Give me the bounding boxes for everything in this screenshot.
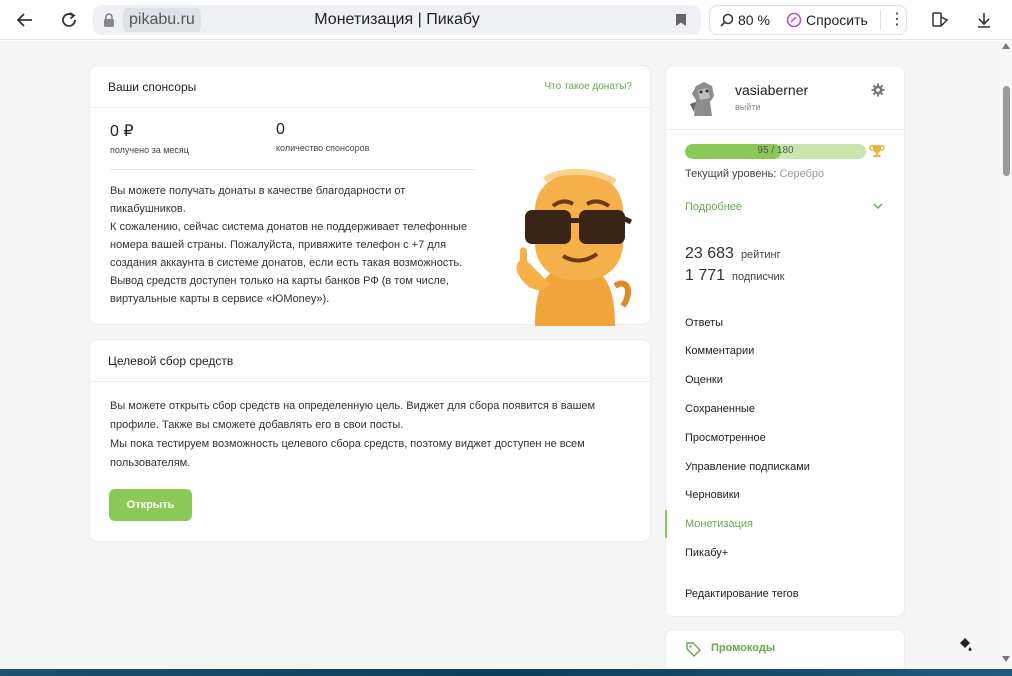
download-icon [978,13,990,28]
ask-button[interactable]: Спросить [786,12,868,28]
fundraising-card: Целевой сбор средств Вы можете открыть с… [89,339,651,542]
sponsors-card-header: Ваши спонсоры Что такое донаты? [90,66,650,108]
menu-item-viewed[interactable]: Просмотренное [685,432,766,444]
menu-item-answers[interactable]: Ответы [685,317,723,329]
fundraising-title: Целевой сбор средств [108,353,234,368]
page-scrollbar[interactable] [1000,41,1012,669]
sponsors-text-line: Вывод средств доступен только на карты б… [110,275,449,287]
zoom-level: 80 % [738,12,770,28]
bookmark-icon[interactable] [675,13,687,32]
menu-item-comments[interactable]: Комментарии [685,345,754,357]
rating-value: 23 683 [685,245,734,262]
downloads-button[interactable] [970,6,998,34]
fundraising-text-line: Вы можете открыть сбор средств на опреде… [110,400,596,412]
amount-label: получено за месяц [110,145,189,155]
sponsors-description: Вы можете получать донаты в качестве бла… [110,182,490,308]
sponsors-text-line: виртуальные карты в сервисе «ЮMoney»). [110,293,330,305]
sponsors-text-line: создания аккаунта в системе донатов, есл… [110,257,463,269]
divider [110,169,475,170]
fundraising-text-line: Мы пока тестируем возможность целевого с… [110,438,585,450]
active-indicator [665,510,667,538]
open-fundraising-button[interactable]: Открыть [109,489,192,521]
chevron-down-icon[interactable] [873,203,883,210]
fundraising-description: Вы можете открыть сбор средств на опреде… [110,397,630,473]
menu-item-tag-editing[interactable]: Редактирование тегов [685,588,799,600]
fundraising-card-header: Целевой сбор средств [90,340,650,382]
back-arrow-icon [16,13,32,27]
zoom-icon [720,13,734,27]
subscribers-value: 1 771 [685,267,726,284]
page-content: Ваши спонсоры Что такое донаты? 0 ₽ полу… [0,41,1012,669]
avatar[interactable] [686,78,720,118]
subscribers-label: подписчик [732,271,785,283]
scroll-thumb[interactable] [1003,86,1010,176]
subscribers-stat: 1 771 подписчик [685,267,784,285]
menu-item-saved[interactable]: Сохраненные [685,403,755,415]
menu-item-monetization[interactable]: Монетизация [685,518,753,530]
paint-bucket-icon[interactable] [957,636,973,652]
level-progress-text: 95 / 180 [757,145,794,156]
menu-item-subscriptions[interactable]: Управление подписками [685,461,810,473]
ask-label: Спросить [806,12,868,28]
fundraising-text-line: пользователям. [110,457,191,469]
sponsors-text-line: номера вашей страны. Пожалуйста, привяжи… [110,239,447,251]
amount-stat: 0 ₽ получено за месяц [110,121,189,155]
sponsor-count-stat: 0 количество спонсоров [276,121,369,153]
what-are-donations-link[interactable]: Что такое донаты? [545,81,632,92]
promo-card: Промокоды [665,629,905,669]
current-level: Текущий уровень: Серебро [685,168,824,180]
sponsors-title: Ваши спонсоры [108,79,197,94]
level-value: Серебро [779,168,825,180]
rating-label: рейтинг [740,249,781,261]
promo-codes-link[interactable]: Промокоды [711,642,775,654]
sponsor-count-label: количество спонсоров [276,143,370,153]
trophy-icon [869,145,885,157]
username[interactable]: vasiaberner [735,82,808,98]
profile-sidebar: vasiaberner выйти 95 / 180 Текущий урове… [665,65,905,617]
more-menu-icon[interactable]: ⋮ [880,10,905,30]
back-button[interactable] [11,6,39,34]
menu-item-pikabu-plus[interactable]: Пикабу+ [685,547,728,559]
level-label: Текущий уровень: [685,168,777,180]
more-details-link[interactable]: Подробнее [685,201,742,213]
gear-icon[interactable] [871,83,885,97]
reload-button[interactable] [55,6,83,34]
address-bar[interactable]: pikabu.ru Монетизация | Пикабу [93,5,701,35]
browser-toolbar: pikabu.ru Монетизация | Пикабу 80 % Спро… [0,0,1012,40]
scroll-up-icon[interactable] [1002,43,1010,49]
level-progress-bar: 95 / 180 [685,144,866,159]
sponsors-card: Ваши спонсоры Что такое донаты? 0 ₽ полу… [89,65,651,326]
tag-icon [686,642,701,657]
menu-item-ratings[interactable]: Оценки [685,374,723,386]
sponsors-text-line: К сожалению, сейчас система донатов не п… [110,221,468,233]
alice-icon [786,12,802,28]
browser-actions: 80 % Спросить ⋮ [709,5,907,35]
sponsors-text-line: пикабушников. [110,203,186,215]
sponsor-count-value: 0 [276,121,285,138]
divider [666,129,904,130]
collections-button[interactable] [926,6,954,34]
collections-icon [932,12,949,27]
logout-link[interactable]: выйти [735,102,760,112]
mascot-illustration [516,169,633,326]
reload-icon [62,12,76,27]
sponsors-text-line: Вы можете получать донаты в качестве бла… [110,185,406,197]
taskbar-strip [0,669,1012,676]
scroll-down-icon[interactable] [1002,656,1010,662]
rating-stat: 23 683 рейтинг [685,245,781,263]
amount-value: 0 ₽ [110,123,134,140]
zoom-button[interactable]: 80 % [720,12,770,28]
page-title: Монетизация | Пикабу [314,11,480,28]
fundraising-text-line: профиле. Также вы сможете добавлять его … [110,419,404,431]
menu-item-drafts[interactable]: Черновики [685,489,740,501]
